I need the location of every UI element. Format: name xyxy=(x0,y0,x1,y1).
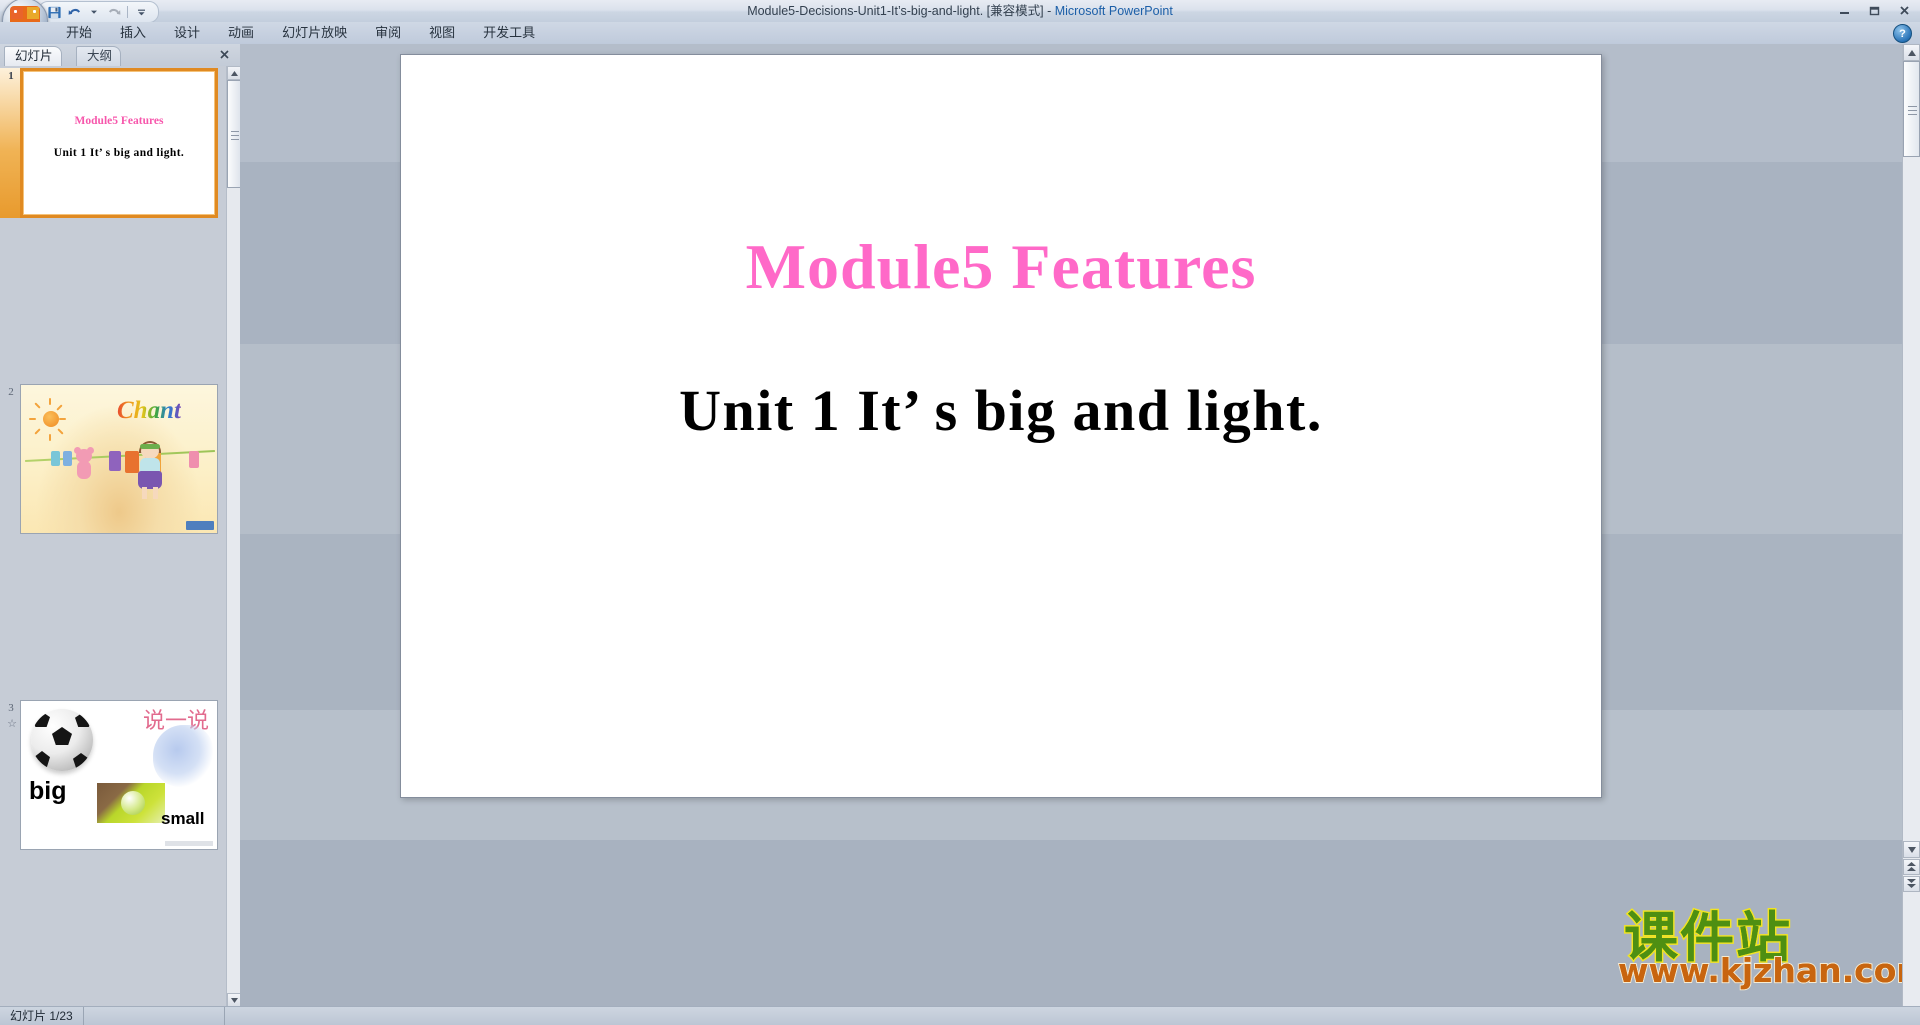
status-slide-counter: 幻灯片 1/23 xyxy=(0,1007,84,1025)
tab-developer[interactable]: 开发工具 xyxy=(469,22,549,44)
slide-3-animation-star-icon: ☆ xyxy=(7,718,17,730)
tab-insert[interactable]: 插入 xyxy=(106,22,160,44)
quick-access-toolbar xyxy=(38,1,159,23)
slide-editing-area[interactable]: Module5 Features Unit 1 It’ s big and li… xyxy=(240,44,1920,1007)
slide-3-preview[interactable]: 说一说 big small xyxy=(20,700,218,850)
slide-scroll-thumb[interactable] xyxy=(1903,61,1920,157)
thumbnail-scroll-up-caret-up-icon[interactable] xyxy=(227,66,241,80)
current-slide-canvas[interactable]: Module5 Features Unit 1 It’ s big and li… xyxy=(400,54,1602,798)
sun-icon xyxy=(43,411,59,427)
slide-thumbnail-2[interactable]: 2 Chant xyxy=(0,382,226,540)
thumbnail-scroll-thumb[interactable] xyxy=(227,80,241,188)
pane-tab-bar: 幻灯片 大纲 xyxy=(0,44,240,67)
slide-3-word-big: big xyxy=(29,777,67,805)
soccer-ball-icon xyxy=(31,709,93,771)
slide-number-3: 3 xyxy=(8,702,14,714)
window-controls xyxy=(1834,1,1914,19)
window-title-app: Microsoft PowerPoint xyxy=(1054,4,1173,18)
redo-icon[interactable] xyxy=(105,4,123,20)
marble-photo xyxy=(97,783,165,823)
qat-separator xyxy=(127,6,128,18)
undo-icon[interactable] xyxy=(65,4,83,20)
slide-subtitle-textbox[interactable]: Unit 1 It’ s big and light. xyxy=(401,377,1601,444)
slide-1-subtitle-text: Unit 1 It’ s big and light. xyxy=(53,147,185,159)
slide-2-heading: Chant xyxy=(117,397,181,424)
ribbon-tabs: 开始 插入 设计 动画 幻灯片放映 审阅 视图 开发工具 xyxy=(52,22,549,44)
window-title-document: Module5-Decisions-Unit1-It’s-big-and-lig… xyxy=(747,4,1044,18)
tab-home[interactable]: 开始 xyxy=(52,22,106,44)
restore-icon[interactable] xyxy=(1864,1,1884,19)
thumbnail-scroll-down-caret-down-icon[interactable] xyxy=(227,993,241,1007)
undo-dropdown-chevron-down-icon[interactable] xyxy=(85,4,103,20)
work-area: 幻灯片 大纲 1 Module5 Features Unit 1 It’ s b… xyxy=(0,44,1920,1007)
slide-2-preview[interactable]: Chant xyxy=(20,384,218,534)
slide-number-2: 2 xyxy=(8,386,14,398)
slide-area-scrollbar[interactable] xyxy=(1902,44,1920,1007)
slide-thumbnail-list[interactable]: 1 Module5 Features Unit 1 It’ s big and … xyxy=(0,66,226,1007)
pane-tab-outline[interactable]: 大纲 xyxy=(76,46,122,66)
publisher-logo-icon xyxy=(186,521,214,530)
help-icon[interactable]: ? xyxy=(1893,24,1912,43)
slide-3-credit xyxy=(165,841,213,846)
status-bar: 幻灯片 1/23 xyxy=(0,1006,1920,1025)
slide-thumbnail-1[interactable]: 1 Module5 Features Unit 1 It’ s big and … xyxy=(0,66,226,224)
thumbnail-pane-scrollbar[interactable] xyxy=(226,66,241,1007)
minimize-icon[interactable] xyxy=(1834,1,1854,19)
ribbon-tab-bar: 开始 插入 设计 动画 幻灯片放映 审阅 视图 开发工具 ? xyxy=(0,22,1920,45)
butterfly-icon xyxy=(153,725,213,787)
slides-outline-pane: 幻灯片 大纲 1 Module5 Features Unit 1 It’ s b… xyxy=(0,44,241,1007)
tab-slideshow[interactable]: 幻灯片放映 xyxy=(268,22,361,44)
slide-3-word-small: small xyxy=(161,809,205,828)
window-title: Module5-Decisions-Unit1-It’s-big-and-lig… xyxy=(0,0,1920,22)
stage-band xyxy=(240,840,1920,1007)
slide-number-1: 1 xyxy=(8,70,14,82)
girl-icon xyxy=(135,441,165,501)
slide-2-artwork: Chant xyxy=(21,385,217,533)
close-icon[interactable] xyxy=(1894,1,1914,19)
close-pane-icon[interactable] xyxy=(217,47,232,62)
slide-title-textbox[interactable]: Module5 Features xyxy=(401,230,1601,304)
window-title-separator: - xyxy=(1043,4,1055,18)
tab-view[interactable]: 视图 xyxy=(415,22,469,44)
powerpoint-window: Module5-Decisions-Unit1-It’s-big-and-lig… xyxy=(0,0,1920,1025)
teddy-bear-icon xyxy=(73,447,95,489)
title-bar: Module5-Decisions-Unit1-It’s-big-and-lig… xyxy=(0,0,1920,23)
slide-thumbnail-3[interactable]: 3 ☆ 说一说 big small xyxy=(0,698,226,856)
slide-1-preview[interactable]: Module5 Features Unit 1 It’ s big and li… xyxy=(20,68,218,218)
slide-scroll-up-caret-up-icon[interactable] xyxy=(1903,44,1920,61)
customize-qat-chevron-down-icon[interactable] xyxy=(132,4,150,20)
slide-1-selection-bar xyxy=(0,68,20,218)
next-slide-double-caret-down-icon[interactable] xyxy=(1903,876,1920,892)
tab-design[interactable]: 设计 xyxy=(160,22,214,44)
tab-animations[interactable]: 动画 xyxy=(214,22,268,44)
pane-tab-slides[interactable]: 幻灯片 xyxy=(4,46,62,66)
slide-scroll-down-caret-down-icon[interactable] xyxy=(1903,841,1920,858)
slide-1-title-text: Module5 Features xyxy=(74,115,164,127)
previous-slide-double-caret-up-icon[interactable] xyxy=(1903,859,1920,875)
status-theme-cell xyxy=(84,1007,225,1025)
tab-review[interactable]: 审阅 xyxy=(361,22,415,44)
